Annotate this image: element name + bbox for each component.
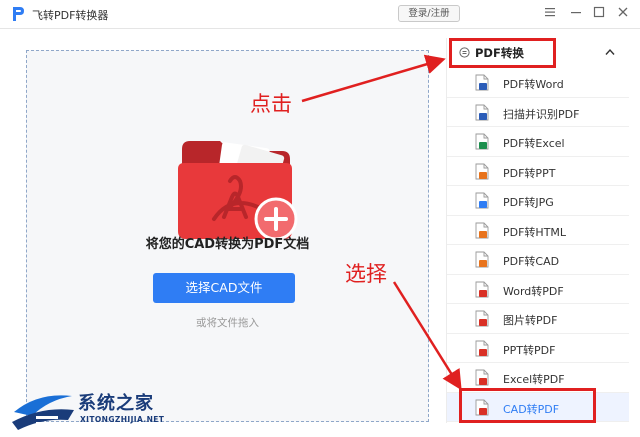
file-drop-zone[interactable]: 将您的CAD转换为PDF文档 选择CAD文件 或将文件拖入 [26,50,429,422]
title-bar: 飞转PDF转换器 登录/注册 [0,0,640,28]
sidebar-item-label: PPT转PDF [503,343,556,357]
sidebar-item-label: Word转PDF [503,284,564,298]
sidebar-item[interactable]: 图片转PDF [447,304,629,334]
sidebar-item[interactable]: PDF转Word [447,68,629,98]
chevron-up-icon[interactable] [605,48,615,56]
conversion-menu: PDF转Word 扫描并识别PDF PDF转Excel PDF转PPT PDF转JPG P… [447,68,629,422]
highlight-box-cad-to-pdf [459,388,596,423]
cad-file-icon [475,251,489,268]
html-file-icon [475,222,489,238]
app-logo-icon [13,7,24,21]
minimize-icon[interactable] [569,5,583,19]
sidebar-item[interactable]: 扫描并识别PDF [447,98,629,127]
sidebar-item[interactable]: PDF转JPG [447,186,629,216]
annotation-select: 选择 [345,262,387,286]
excel-file-icon [475,133,489,150]
sidebar-item[interactable]: PDF转CAD [447,245,629,275]
sidebar-item-label: PDF转Word [503,78,564,91]
app-title: 飞转PDF转换器 [32,9,109,22]
sidebar-item-label: 图片转PDF [503,314,558,327]
sidebar-item-label: PDF转PPT [503,166,556,180]
select-cad-file-button[interactable]: 选择CAD文件 [153,273,295,303]
watermark-url: XITONGZHIJIA.NET [80,415,165,424]
drop-zone-title: 将您的CAD转换为PDF文档 [145,237,310,252]
sidebar-item[interactable]: PPT转PDF [447,334,629,363]
sidebar-item[interactable]: PDF转PPT [447,157,629,186]
pdf-file-icon [475,369,489,386]
word-file-icon [475,104,489,120]
sidebar-item[interactable]: Word转PDF [447,275,629,304]
drag-hint-text: 或将文件拖入 [196,317,259,329]
maximize-icon[interactable] [592,5,606,19]
pdf-file-icon [475,281,489,297]
highlight-box-group [449,38,556,68]
login-button[interactable]: 登录/注册 [398,5,460,22]
ppt-file-icon [475,163,489,179]
watermark-name: 系统之家 [78,393,154,414]
conversion-sidebar: PDF转换 PDF转Word 扫描并识别PDF PDF转Excel PDF转PPT PD… [446,38,629,423]
word-file-icon [475,74,489,91]
sidebar-item-label: PDF转JPG [503,196,554,209]
sidebar-item-label: 扫描并识别PDF [503,107,580,121]
sidebar-item-label: PDF转Excel [503,137,565,150]
sidebar-item-label: PDF转HTML [503,225,567,239]
sidebar-item[interactable]: PDF转Excel [447,127,629,157]
annotation-click: 点击 [250,92,292,116]
menu-icon[interactable] [543,5,557,19]
pdf-file-icon [475,310,489,327]
sidebar-item[interactable]: PDF转HTML [447,216,629,245]
sidebar-item-label: Excel转PDF [503,373,565,386]
sidebar-item-label: PDF转CAD [503,255,560,268]
image-file-icon [475,192,489,209]
close-icon[interactable] [616,5,630,19]
pdf-file-icon [475,340,489,356]
